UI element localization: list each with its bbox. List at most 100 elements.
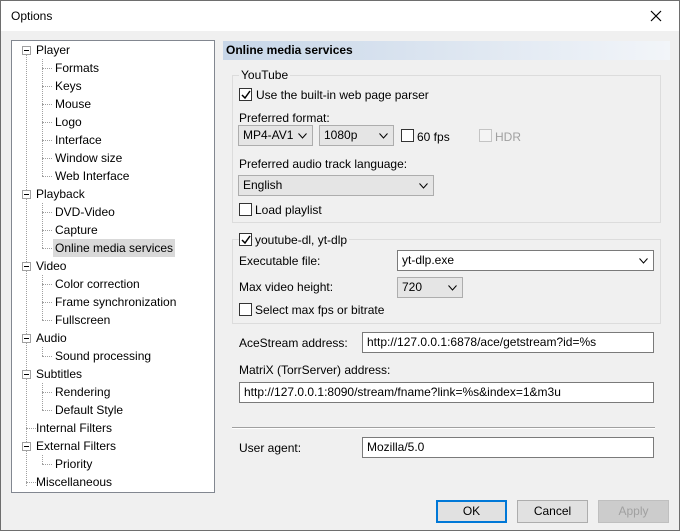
tree-line bbox=[42, 86, 52, 87]
tree-item-mouse[interactable]: Mouse bbox=[53, 95, 93, 113]
tree-item-capture[interactable]: Capture bbox=[53, 221, 100, 239]
tree-item-internal-filters[interactable]: Internal Filters bbox=[34, 419, 114, 437]
format-select-value: MP4-AV1 bbox=[243, 128, 294, 142]
tree-line bbox=[42, 176, 52, 177]
select-max-fps-checkbox[interactable] bbox=[239, 303, 252, 316]
max-height-select[interactable]: 720 bbox=[397, 277, 463, 298]
acestream-input[interactable]: http://127.0.0.1:6878/ace/getstream?id=%… bbox=[362, 332, 654, 353]
exec-file-select[interactable]: yt-dlp.exe bbox=[397, 250, 654, 271]
tree-item-formats[interactable]: Formats bbox=[53, 59, 101, 77]
youtube-group-label: YouTube bbox=[239, 68, 291, 82]
chevron-down-icon bbox=[419, 183, 428, 189]
tree-item-sound-processing[interactable]: Sound processing bbox=[53, 347, 153, 365]
tree-item-external-filters[interactable]: External Filters bbox=[34, 437, 118, 455]
checkmark-icon bbox=[241, 90, 251, 100]
exec-file-label: Executable file: bbox=[239, 254, 321, 268]
title-bar[interactable]: Options bbox=[1, 1, 679, 31]
ytdl-enable-checkbox[interactable] bbox=[239, 233, 252, 246]
collapse-toggle-video[interactable] bbox=[22, 262, 31, 271]
options-tree[interactable]: Player Formats Keys Mouse Logo Interface… bbox=[11, 40, 215, 493]
tree-item-logo[interactable]: Logo bbox=[53, 113, 84, 131]
chevron-down-icon bbox=[639, 258, 648, 264]
resolution-select-value: 1080p bbox=[324, 128, 358, 142]
tree-line bbox=[42, 230, 52, 231]
collapse-toggle-audio[interactable] bbox=[22, 334, 31, 343]
audio-lang-select[interactable]: English bbox=[238, 175, 434, 196]
matrix-input[interactable]: http://127.0.0.1:8090/stream/fname?link=… bbox=[239, 382, 654, 403]
ytdl-group-label[interactable]: youtube-dl, yt-dlp bbox=[253, 233, 350, 247]
select-max-fps-label[interactable]: Select max fps or bitrate bbox=[255, 303, 384, 317]
separator bbox=[232, 427, 655, 429]
tree-item-priority[interactable]: Priority bbox=[53, 455, 94, 473]
tree-line bbox=[42, 158, 52, 159]
hdr-checkbox bbox=[479, 129, 492, 142]
tree-item-keys[interactable]: Keys bbox=[53, 77, 84, 95]
chevron-down-icon bbox=[298, 133, 307, 139]
user-agent-label: User agent: bbox=[239, 441, 302, 455]
tree-line bbox=[42, 284, 52, 285]
tree-line bbox=[42, 320, 52, 321]
tree-item-dvd-video[interactable]: DVD-Video bbox=[53, 203, 117, 221]
max-height-label: Max video height: bbox=[239, 280, 334, 294]
matrix-label: MatriX (TorrServer) address: bbox=[239, 363, 391, 377]
options-window: Options Player Formats Keys Mouse Logo I… bbox=[0, 0, 680, 531]
tree-line bbox=[42, 455, 43, 464]
tree-line bbox=[42, 464, 52, 465]
collapse-toggle-playback[interactable] bbox=[22, 190, 31, 199]
use-parser-checkbox[interactable] bbox=[239, 88, 252, 101]
tree-item-playback[interactable]: Playback bbox=[34, 185, 87, 203]
resolution-select[interactable]: 1080p bbox=[319, 125, 394, 146]
tree-item-default-style[interactable]: Default Style bbox=[53, 401, 125, 419]
tree-line bbox=[42, 68, 52, 69]
max-height-select-value: 720 bbox=[402, 280, 423, 294]
tree-line bbox=[42, 104, 52, 105]
tree-line bbox=[42, 347, 43, 356]
tree-line bbox=[42, 356, 52, 357]
cancel-button[interactable]: Cancel bbox=[517, 500, 588, 523]
format-select[interactable]: MP4-AV1 bbox=[238, 125, 313, 146]
exec-file-select-value: yt-dlp.exe bbox=[402, 253, 455, 267]
tree-item-player[interactable]: Player bbox=[34, 41, 72, 59]
tree-item-window-size[interactable]: Window size bbox=[53, 149, 124, 167]
tree-item-frame-synchronization[interactable]: Frame synchronization bbox=[53, 293, 178, 311]
tree-line bbox=[42, 383, 43, 410]
close-icon bbox=[650, 10, 662, 22]
apply-button: Apply bbox=[598, 500, 669, 523]
user-agent-input[interactable]: Mozilla/5.0 bbox=[362, 437, 654, 458]
tree-item-online-media-services[interactable]: Online media services bbox=[53, 239, 176, 257]
tree-item-audio[interactable]: Audio bbox=[34, 329, 69, 347]
tree-item-fullscreen[interactable]: Fullscreen bbox=[53, 311, 112, 329]
tree-line bbox=[42, 212, 52, 213]
tree-line bbox=[42, 275, 43, 320]
load-playlist-label[interactable]: Load playlist bbox=[255, 203, 322, 217]
tree-line bbox=[42, 302, 52, 303]
chevron-down-icon bbox=[448, 285, 457, 291]
tree-line bbox=[42, 410, 52, 411]
tree-item-web-interface[interactable]: Web Interface bbox=[53, 167, 131, 185]
tree-item-miscellaneous[interactable]: Miscellaneous bbox=[34, 473, 114, 491]
use-parser-label[interactable]: Use the built-in web page parser bbox=[256, 88, 429, 102]
fps60-label[interactable]: 60 fps bbox=[417, 130, 450, 144]
collapse-toggle-subtitles[interactable] bbox=[22, 370, 31, 379]
collapse-toggle-player[interactable] bbox=[22, 46, 31, 55]
page-title: Online media services bbox=[223, 41, 670, 60]
preferred-format-label: Preferred format: bbox=[239, 111, 330, 125]
tree-item-interface[interactable]: Interface bbox=[53, 131, 104, 149]
tree-item-video[interactable]: Video bbox=[34, 257, 68, 275]
tree-line bbox=[42, 122, 52, 123]
tree-item-subtitles[interactable]: Subtitles bbox=[34, 365, 84, 383]
audio-lang-select-value: English bbox=[243, 178, 283, 192]
tree-line bbox=[42, 203, 43, 248]
checkmark-icon bbox=[241, 235, 251, 245]
ok-button[interactable]: OK bbox=[436, 500, 507, 523]
tree-item-rendering[interactable]: Rendering bbox=[53, 383, 112, 401]
audio-lang-label: Preferred audio track language: bbox=[239, 157, 408, 171]
collapse-toggle-external-filters[interactable] bbox=[22, 442, 31, 451]
close-button[interactable] bbox=[633, 1, 679, 31]
chevron-down-icon bbox=[379, 133, 388, 139]
window-title: Options bbox=[11, 9, 53, 23]
load-playlist-checkbox[interactable] bbox=[239, 203, 252, 216]
tree-line bbox=[42, 140, 52, 141]
tree-item-color-correction[interactable]: Color correction bbox=[53, 275, 142, 293]
fps60-checkbox[interactable] bbox=[401, 129, 414, 142]
